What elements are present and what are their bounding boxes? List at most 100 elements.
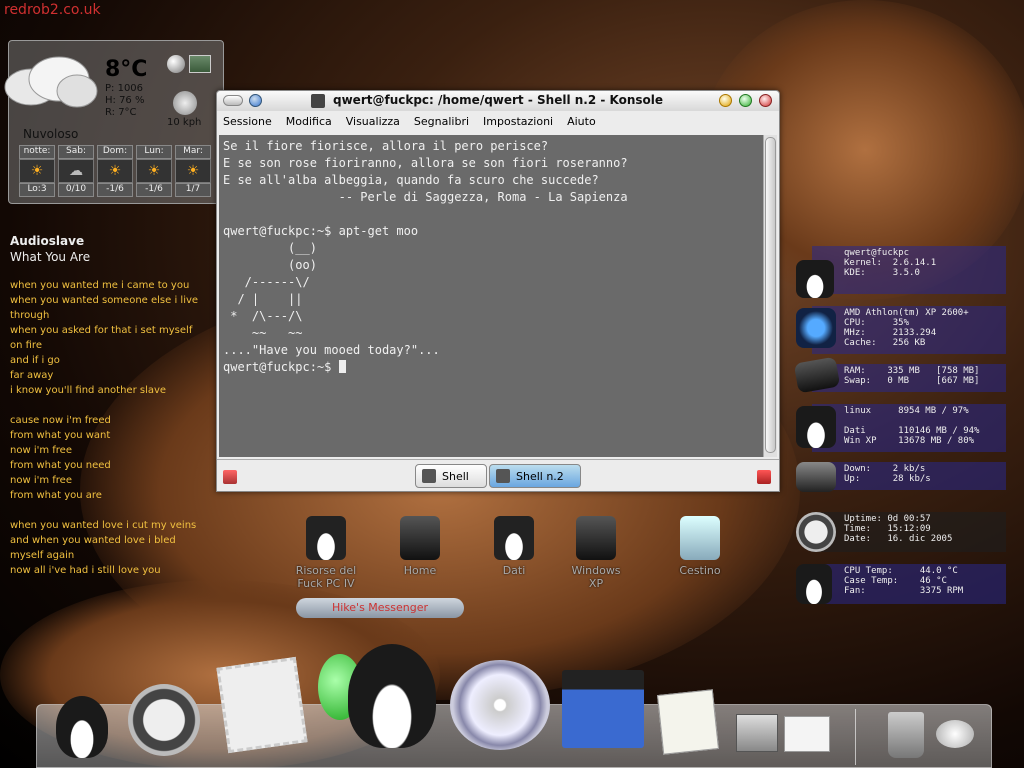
- sysmon-cpu: AMD Athlon(tm) XP 2600+ CPU: 35% MHz: 21…: [796, 306, 1006, 354]
- minimize-button[interactable]: [719, 94, 732, 107]
- shell-icon: [496, 469, 510, 483]
- terminal-prompt: qwert@fuckpc:~$: [223, 360, 339, 374]
- trash-icon[interactable]: [888, 712, 924, 758]
- desktop-icon-windows-xp[interactable]: Windows XP: [554, 516, 638, 590]
- window-titlebar[interactable]: qwert@fuckpc: /home/qwert - Shell n.2 - …: [217, 91, 779, 111]
- forecast-range: 0/10: [58, 183, 94, 197]
- textedit-doc-icon[interactable]: [657, 689, 719, 755]
- terminal-line: E se son rose fioriranno, allora se son …: [223, 156, 628, 170]
- lyrics-line: when you wanted love i cut my veins: [10, 520, 197, 531]
- clock-icon: [796, 512, 836, 552]
- lyrics-line: through: [10, 310, 50, 321]
- map-icon[interactable]: [189, 55, 211, 73]
- terminal-line: /------\/: [223, 275, 310, 289]
- konsole-icon: [311, 94, 325, 108]
- close-button[interactable]: [759, 94, 772, 107]
- globe-icon[interactable]: [167, 55, 185, 73]
- lyrics-line: from what you need: [10, 460, 111, 471]
- disk-icon: [796, 406, 836, 448]
- sun-cloud-icon: ☀: [175, 159, 211, 183]
- desktop-icon-trash[interactable]: Cestino: [658, 516, 742, 577]
- lyrics-line: now all i've had i still love you: [10, 565, 161, 576]
- terminal-line: E se all'alba albeggia, quando fa scuro …: [223, 173, 599, 187]
- close-session-icon[interactable]: [757, 470, 771, 484]
- itunes-cd-icon[interactable]: [450, 660, 550, 750]
- konqueror-penguin-icon[interactable]: [348, 644, 436, 748]
- forecast-day-name: Sab:: [58, 145, 94, 159]
- lyrics-line: myself again: [10, 550, 75, 561]
- forecast-range: Lo:3: [19, 183, 55, 197]
- scrollbar-thumb[interactable]: [765, 137, 776, 453]
- sticky-button[interactable]: [249, 94, 262, 107]
- lyrics-widget: Audioslave What You Are when you wanted …: [10, 234, 220, 578]
- sysmon-text: Down: 2 kb/s Up: 28 kb/s: [844, 464, 931, 484]
- screenshot-icon[interactable]: [736, 714, 778, 752]
- weather-clouds-icon[interactable]: [936, 720, 974, 748]
- forecast-range: -1/6: [97, 183, 133, 197]
- menu-sessione[interactable]: Sessione: [223, 115, 272, 128]
- menu-visualizza[interactable]: Visualizza: [346, 115, 400, 128]
- sysmon-text: CPU Temp: 44.0 °C Case Temp: 46 °C Fan: …: [844, 566, 964, 596]
- tab-label: Shell: [442, 469, 469, 483]
- forecast-day-name: Dom:: [97, 145, 133, 159]
- terminal-scrollbar[interactable]: [763, 135, 777, 457]
- safari-compass-icon[interactable]: [128, 684, 200, 756]
- lyrics-line: and when you wanted love i bled: [10, 535, 176, 546]
- cpu-icon: [796, 308, 836, 348]
- forecast-day: Sab: ☁ 0/10: [58, 145, 94, 197]
- konsole-window: qwert@fuckpc: /home/qwert - Shell n.2 - …: [216, 90, 780, 492]
- lyrics-line: when you wanted me i came to you: [10, 280, 190, 291]
- messenger-button[interactable]: Hike's Messenger: [296, 598, 464, 618]
- tab-shell[interactable]: Shell: [415, 464, 487, 488]
- tab-label: Shell n.2: [516, 469, 564, 483]
- sysmon-memory: RAM: 335 MB [758 MB] Swap: 0 MB [667 MB]: [793, 356, 1006, 394]
- lyrics-line: i know you'll find another slave: [10, 385, 167, 396]
- sysprefs-icon[interactable]: [784, 716, 830, 752]
- lyrics-artist: Audioslave: [10, 234, 85, 248]
- menu-aiuto[interactable]: Aiuto: [567, 115, 596, 128]
- temperature-icon: [796, 564, 832, 604]
- lyrics-line: when you wanted someone else i live: [10, 295, 199, 306]
- sysmon-network: Down: 2 kb/s Up: 28 kb/s: [796, 462, 1006, 492]
- menu-modifica[interactable]: Modifica: [286, 115, 332, 128]
- forecast-range: -1/6: [136, 183, 172, 197]
- sysmon-text: RAM: 335 MB [758 MB] Swap: 0 MB [667 MB]: [844, 366, 980, 386]
- desktop-icon-dati[interactable]: Dati: [472, 516, 556, 577]
- system-monitor: qwert@fuckpc Kernel: 2.6.14.1 KDE: 3.5.0…: [793, 246, 1006, 606]
- menu-impostazioni[interactable]: Impostazioni: [483, 115, 553, 128]
- tab-shell-2[interactable]: Shell n.2: [489, 464, 581, 488]
- sysmon-text: AMD Athlon(tm) XP 2600+ CPU: 35% MHz: 21…: [844, 308, 969, 348]
- weather-condition: Nuvoloso: [23, 127, 79, 141]
- forecast-day: notte: ☀ Lo:3: [19, 145, 55, 197]
- sun-icon: ☀: [97, 159, 133, 183]
- desktop-icon-label: Risorse del Fuck PC IV: [295, 564, 357, 590]
- lyrics-line: [10, 398, 220, 413]
- tux-icon: [796, 260, 834, 298]
- desktop-icon-label: Cestino: [679, 564, 721, 577]
- mail-stamp-icon[interactable]: [216, 656, 308, 754]
- menubar: Sessione Modifica Visualizza Segnalibri …: [217, 111, 779, 131]
- menu-segnalibri[interactable]: Segnalibri: [414, 115, 469, 128]
- penguin-computer-icon: [306, 516, 346, 560]
- weather-pressure: P: 1006: [105, 83, 144, 94]
- new-session-icon[interactable]: [223, 470, 237, 484]
- finder-penguin-icon[interactable]: [56, 696, 108, 758]
- cloud-icon: ☁: [58, 159, 94, 183]
- desktop-icon-home[interactable]: Home: [378, 516, 462, 577]
- window-menu-button[interactable]: [223, 95, 243, 106]
- lyrics-line: when you asked for that i set myself: [10, 325, 193, 336]
- weather-humidity: H: 76 %: [105, 95, 145, 106]
- video-clapper-icon[interactable]: [562, 670, 644, 748]
- sysmon-text: linux 8954 MB / 97% Dati 110146 MB / 94%…: [844, 406, 980, 446]
- dock-separator: [855, 709, 856, 765]
- lyrics-line: from what you want: [10, 430, 111, 441]
- cloud-icon: [4, 56, 98, 108]
- terminal-area[interactable]: Se il fiore fiorisce, allora il pero per…: [219, 135, 763, 457]
- sysmon-text: qwert@fuckpc Kernel: 2.6.14.1 KDE: 3.5.0: [844, 248, 937, 278]
- maximize-button[interactable]: [739, 94, 752, 107]
- terminal-line: ...."Have you mooed today?"...: [223, 343, 440, 357]
- terminal-line: ~~ ~~: [223, 326, 303, 340]
- sysmon-disks: linux 8954 MB / 97% Dati 110146 MB / 94%…: [796, 404, 1006, 452]
- desktop-icon-my-computer[interactable]: Risorse del Fuck PC IV: [284, 516, 368, 590]
- network-icon: [796, 462, 836, 492]
